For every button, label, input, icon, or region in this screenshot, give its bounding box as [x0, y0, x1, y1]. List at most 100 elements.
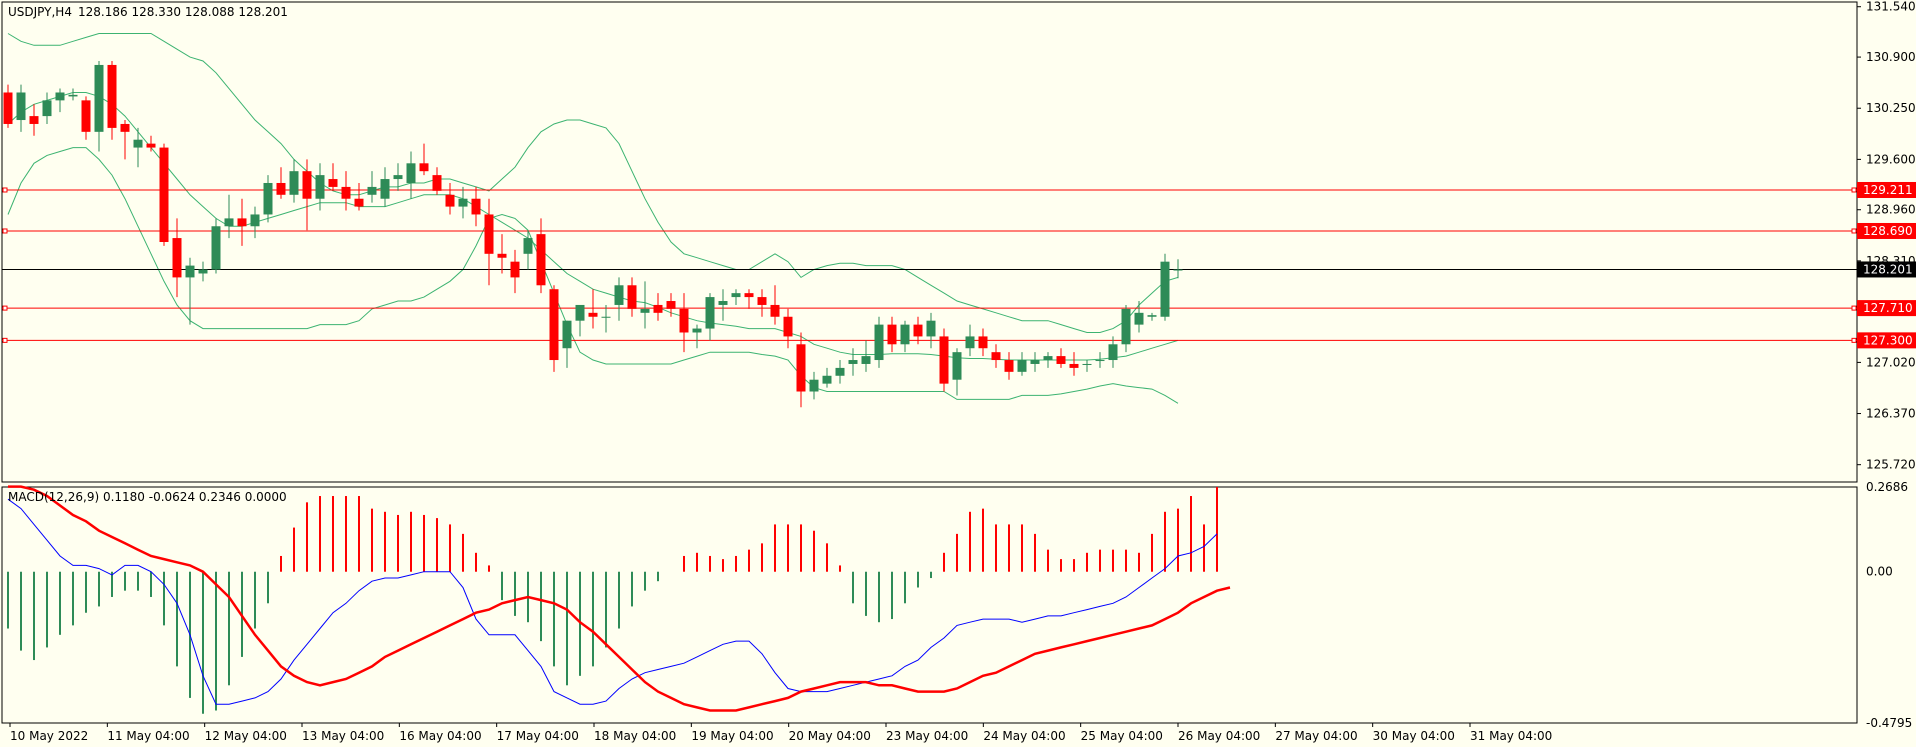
candle-body — [315, 175, 325, 199]
candle-body — [185, 265, 195, 278]
time-tick-label: 30 May 04:00 — [1373, 729, 1455, 743]
candle-body — [302, 171, 312, 199]
candle-body — [549, 289, 559, 361]
candle-body — [1082, 363, 1092, 365]
price-panel[interactable] — [1, 1, 1858, 483]
candle-body — [1030, 360, 1040, 364]
candle-body — [3, 92, 13, 124]
level-handle-right[interactable] — [1851, 337, 1857, 343]
level-handle-left[interactable] — [2, 337, 8, 343]
candle-body — [510, 261, 520, 278]
time-tick-label: 11 May 04:00 — [107, 729, 189, 743]
level-price-label: 127.710 — [1863, 301, 1913, 315]
candle-body — [1121, 308, 1131, 345]
candle-body — [666, 301, 676, 309]
time-tick-label: 23 May 04:00 — [886, 729, 968, 743]
price-tick-label: 128.310 — [1866, 254, 1916, 268]
candle-body — [445, 194, 455, 207]
candle-body — [1004, 360, 1014, 372]
price-tick-label: 127.020 — [1866, 355, 1916, 369]
candle-body — [861, 356, 871, 364]
time-tick-label: 17 May 04:00 — [497, 729, 579, 743]
candle-body — [432, 175, 442, 191]
candle-body — [497, 253, 507, 258]
candle-body — [133, 139, 143, 148]
level-handle-left[interactable] — [2, 228, 8, 234]
candle-body — [822, 375, 832, 384]
candle-body — [42, 100, 52, 117]
candle-body — [289, 171, 299, 195]
price-tick-label: 130.250 — [1866, 101, 1916, 115]
symbol-label: USDJPY,H4 — [8, 5, 72, 19]
time-tick-label: 16 May 04:00 — [399, 729, 481, 743]
candle-body — [640, 308, 650, 313]
candle-body — [575, 304, 585, 321]
candle-body — [562, 320, 572, 349]
candle-body — [965, 336, 975, 349]
candle-body — [263, 182, 273, 215]
candle-body — [705, 297, 715, 329]
price-tick-label: 130.900 — [1866, 50, 1916, 64]
price-tick-label: 128.960 — [1866, 203, 1916, 217]
level-handle-left[interactable] — [2, 305, 8, 311]
price-tick-label: 129.600 — [1866, 152, 1916, 166]
candle-body — [406, 163, 416, 183]
candle-body — [1017, 360, 1027, 372]
time-tick-label: 26 May 04:00 — [1178, 729, 1260, 743]
candle-body — [770, 304, 780, 317]
candle-body — [198, 269, 208, 274]
time-tick-label: 24 May 04:00 — [983, 729, 1065, 743]
candle-body — [172, 238, 182, 278]
candle-body — [380, 179, 390, 199]
time-tick-label: 19 May 04:00 — [691, 729, 773, 743]
candle-body — [1069, 363, 1079, 368]
candle-body — [926, 320, 936, 337]
candle-body — [107, 64, 117, 128]
candle-body — [276, 182, 286, 195]
candle-body — [796, 344, 806, 392]
candle-body — [731, 293, 741, 298]
candle-body — [783, 316, 793, 337]
candle-body — [16, 92, 26, 121]
time-tick-label: 25 May 04:00 — [1081, 729, 1163, 743]
candle-body — [1147, 315, 1157, 317]
candle-body — [484, 214, 494, 254]
candle-body — [900, 324, 910, 345]
time-tick-label: 18 May 04:00 — [594, 729, 676, 743]
time-tick-label: 12 May 04:00 — [205, 729, 287, 743]
level-handle-left[interactable] — [2, 187, 8, 193]
price-tick-label: 125.720 — [1866, 458, 1916, 472]
candle-body — [757, 297, 767, 305]
candle-body — [835, 367, 845, 376]
candle-body — [29, 116, 39, 124]
candle-body — [354, 198, 364, 207]
level-handle-right[interactable] — [1851, 305, 1857, 311]
trading-chart[interactable]: 129.211128.690127.710127.300128.201 131.… — [0, 0, 1916, 747]
candle-body — [536, 234, 546, 286]
candle-body — [627, 285, 637, 309]
candle-body — [692, 328, 702, 333]
candle-body — [614, 285, 624, 305]
candle-body — [419, 163, 429, 172]
candle-body — [1056, 356, 1066, 364]
candle-body — [237, 218, 247, 227]
level-handle-right[interactable] — [1851, 187, 1857, 193]
candle-body — [367, 186, 377, 195]
ohlc-values: 128.186 128.330 128.088 128.201 — [78, 5, 288, 19]
macd-tick-label: -0.4795 — [1866, 716, 1912, 730]
candle-body — [809, 379, 819, 392]
candle-body — [991, 352, 1001, 361]
candle-body — [874, 324, 884, 361]
candle-body — [1134, 312, 1144, 325]
price-tick-label: 126.370 — [1866, 407, 1916, 421]
candle-body — [653, 304, 663, 313]
candle-body — [1160, 261, 1170, 317]
candle-body — [1108, 344, 1118, 361]
candle-body — [952, 352, 962, 380]
candle-body — [588, 312, 598, 317]
macd-panel[interactable] — [1, 486, 1858, 724]
candle-body — [81, 100, 91, 132]
candle-body — [120, 123, 130, 132]
candle-body — [250, 214, 260, 227]
level-handle-right[interactable] — [1851, 228, 1857, 234]
